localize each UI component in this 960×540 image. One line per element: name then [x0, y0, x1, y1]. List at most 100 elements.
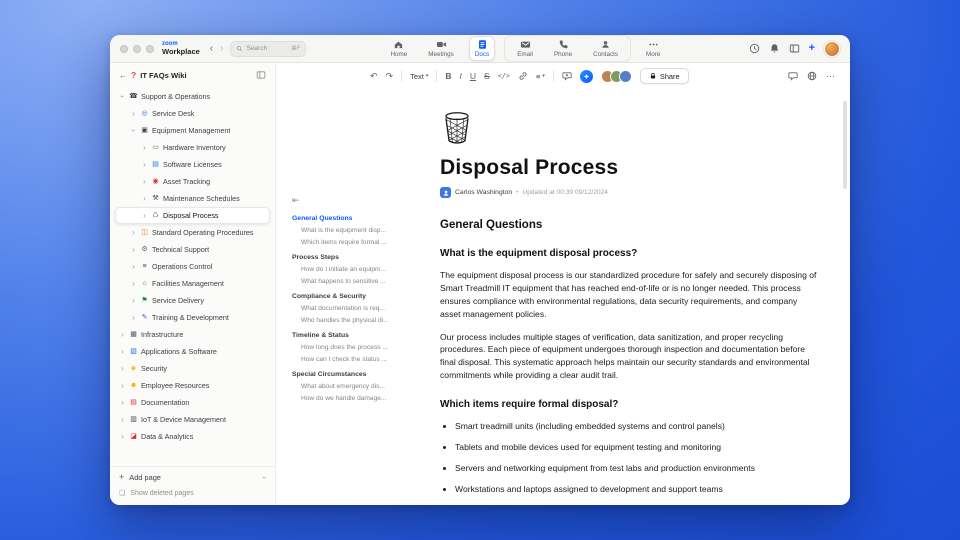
show-deleted-pages-button[interactable]: ❏ Show deleted pages — [119, 489, 266, 498]
link-button[interactable] — [518, 71, 528, 81]
sidebar-item-equipment-management[interactable]: › ▣ Equipment Management — [115, 122, 270, 139]
outline-item-how-can-i-check-the-status[interactable]: How can I check the status ... — [292, 356, 400, 363]
sidebar-item-service-delivery[interactable]: › ⚑ Service Delivery — [115, 292, 270, 309]
chevron-icon[interactable]: › — [141, 211, 148, 220]
tab-more[interactable]: More — [640, 36, 666, 61]
publish-web-button[interactable] — [807, 71, 817, 81]
section-heading[interactable]: General Questions — [440, 219, 820, 231]
add-page-button[interactable]: + Add page › — [119, 473, 269, 483]
outline-item-what-documentation-is-req[interactable]: What documentation is req... — [292, 305, 400, 312]
chevron-icon[interactable]: › — [141, 194, 148, 203]
sidebar-item-maintenance-schedules[interactable]: › ⚒ Maintenance Schedules — [115, 190, 270, 207]
forward-button[interactable]: › — [220, 43, 223, 54]
chevron-icon[interactable]: › — [130, 228, 137, 237]
chevron-icon[interactable]: › — [130, 313, 137, 322]
maximize-window-button[interactable] — [146, 44, 154, 53]
sidebar-item-security[interactable]: › ◈ Security — [115, 360, 270, 377]
question-heading[interactable]: Which items require formal disposal? — [440, 399, 820, 410]
close-window-button[interactable] — [120, 44, 128, 53]
tab-phone[interactable]: Phone — [548, 36, 578, 61]
outline-item-who-handles-the-physical-di[interactable]: Who handles the physical di... — [292, 317, 400, 324]
sidebar-item-asset-tracking[interactable]: › ◉ Asset Tracking — [115, 173, 270, 190]
sidebar-item-documentation[interactable]: › ▤ Documentation — [115, 394, 270, 411]
sidebar-item-technical-support[interactable]: › ⚙ Technical Support — [115, 241, 270, 258]
outline-item-special-circumstances[interactable]: Special Circumstances — [292, 371, 400, 378]
sidebar-item-support-operations[interactable]: › ☎ Support & Operations — [115, 88, 270, 105]
sidebar-item-data-analytics[interactable]: › ◪ Data & Analytics — [115, 428, 270, 445]
outline-item-what-happens-to-sensitive[interactable]: What happens to sensitive ... — [292, 278, 400, 285]
sidebar-item-software-licenses[interactable]: › ▤ Software Licenses — [115, 156, 270, 173]
bullet-item[interactable]: Tablets and mobile devices used for equi… — [455, 442, 820, 452]
new-item-button[interactable]: + — [809, 43, 815, 54]
sidebar-item-standard-operating-procedures[interactable]: › ◫ Standard Operating Procedures — [115, 224, 270, 241]
sidebar-collapse-button[interactable] — [256, 70, 266, 80]
sidebar-item-hardware-inventory[interactable]: › ▭ Hardware Inventory — [115, 139, 270, 156]
outline-item-general-questions[interactable]: General Questions — [292, 215, 400, 222]
comments-panel-button[interactable] — [788, 71, 798, 81]
outline-item-process-steps[interactable]: Process Steps — [292, 254, 400, 261]
chevron-icon[interactable]: › — [119, 364, 126, 373]
text-style-dropdown[interactable]: Text ▾ — [410, 72, 428, 81]
notifications-button[interactable] — [769, 43, 780, 54]
document-scrollbar[interactable] — [843, 101, 847, 189]
outline-item-how-do-we-handle-damage[interactable]: How do we handle damage... — [292, 395, 400, 402]
bold-button[interactable]: B — [445, 71, 451, 81]
chevron-icon[interactable]: › — [119, 330, 126, 339]
chevron-icon[interactable]: › — [129, 127, 138, 134]
add-comment-button[interactable] — [562, 71, 572, 81]
chevron-icon[interactable]: › — [119, 381, 126, 390]
chevron-icon[interactable]: › — [119, 347, 126, 356]
underline-button[interactable]: U — [470, 71, 476, 81]
undo-button[interactable]: ↶ — [370, 71, 378, 82]
sidebar-item-iot-device-management[interactable]: › ▥ IoT & Device Management — [115, 411, 270, 428]
sidebar-item-training-development[interactable]: › ✎ Training & Development — [115, 309, 270, 326]
outline-item-what-is-the-equipment-disp[interactable]: What is the equipment disp... — [292, 227, 400, 234]
page-title[interactable]: Disposal Process — [440, 156, 820, 180]
sidebar-item-service-desk[interactable]: › ◎ Service Desk — [115, 105, 270, 122]
tab-contacts[interactable]: Contacts — [587, 36, 624, 61]
question-heading[interactable]: What is the equipment disposal process? — [440, 248, 820, 259]
sidebar-item-disposal-process[interactable]: › ♺ Disposal Process — [115, 207, 270, 224]
outline-item-how-do-i-initiate-an-equipm[interactable]: How do I initiate an equipm... — [292, 266, 400, 273]
tab-email[interactable]: Email — [511, 36, 539, 61]
paragraph[interactable]: Our process includes multiple stages of … — [440, 331, 820, 383]
sidebar-item-operations-control[interactable]: › ≡ Operations Control — [115, 258, 270, 275]
recents-button[interactable] — [749, 43, 760, 54]
bullet-item[interactable]: Workstations and laptops assigned to dev… — [455, 484, 820, 494]
chevron-icon[interactable]: › — [130, 109, 137, 118]
chevron-icon[interactable]: › — [119, 432, 126, 441]
chevron-icon[interactable]: › — [130, 296, 137, 305]
sidebar-back-button[interactable]: ← — [119, 71, 127, 80]
redo-button[interactable]: ↷ — [386, 71, 394, 82]
chevron-icon[interactable]: › — [119, 398, 126, 407]
tab-home[interactable]: Home — [384, 36, 413, 61]
sidebar-item-applications-software[interactable]: › ▧ Applications & Software — [115, 343, 270, 360]
chevron-icon[interactable]: › — [130, 279, 137, 288]
chevron-down-icon[interactable]: › — [260, 476, 269, 479]
sidebar-item-employee-resources[interactable]: › ☻ Employee Resources — [115, 377, 270, 394]
user-avatar[interactable] — [824, 40, 840, 57]
align-dropdown[interactable]: ≡ ▾ — [536, 72, 545, 81]
tab-docs[interactable]: Docs — [468, 36, 496, 61]
back-button[interactable]: ‹ — [210, 43, 213, 54]
chevron-icon[interactable]: › — [118, 93, 127, 100]
outline-item-timeline-status[interactable]: Timeline & Status — [292, 332, 400, 339]
chevron-icon[interactable]: › — [130, 245, 137, 254]
ai-companion-button[interactable] — [579, 69, 593, 83]
bullet-item[interactable]: Smart treadmill units (including embedde… — [455, 421, 820, 431]
tab-meetings[interactable]: Meetings — [422, 36, 460, 61]
strikethrough-button[interactable]: S — [484, 71, 490, 81]
sidebar-item-infrastructure[interactable]: › ▦ Infrastructure — [115, 326, 270, 343]
code-button[interactable]: </> — [498, 72, 510, 80]
collaborator-avatar[interactable] — [618, 69, 632, 83]
outline-collapse-button[interactable]: ⇤ — [292, 195, 400, 206]
chevron-icon[interactable]: › — [141, 177, 148, 186]
outline-item-compliance-security[interactable]: Compliance & Security — [292, 293, 400, 300]
bullet-item[interactable]: Servers and networking equipment from te… — [455, 463, 820, 473]
chevron-icon[interactable]: › — [119, 415, 126, 424]
document-content[interactable]: Disposal Process Carlos Washington • Upd… — [404, 89, 850, 505]
chevron-icon[interactable]: › — [130, 262, 137, 271]
minimize-window-button[interactable] — [133, 44, 141, 53]
chevron-icon[interactable]: › — [141, 160, 148, 169]
more-options-button[interactable]: ⋯ — [826, 71, 836, 82]
